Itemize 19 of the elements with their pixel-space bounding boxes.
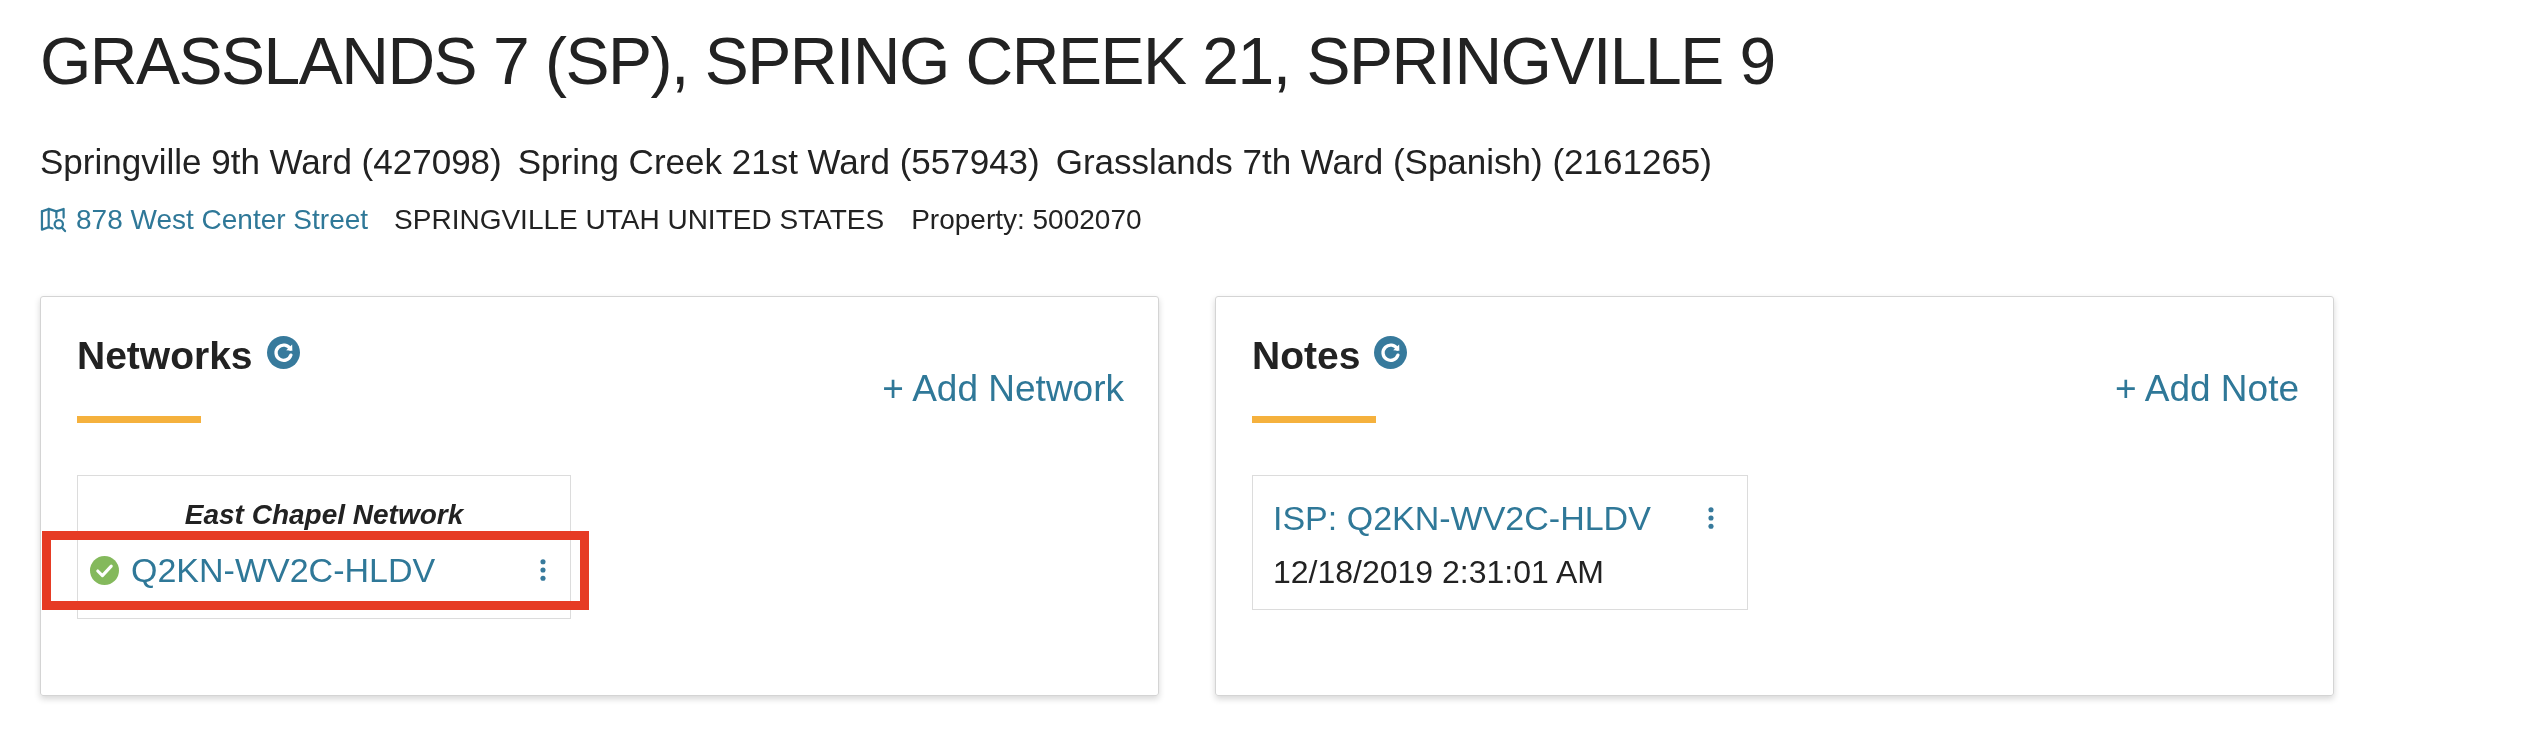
note-title-link[interactable]: ISP: Q2KN-WV2C-HLDV xyxy=(1273,501,1651,535)
note-add-link[interactable]: + Add Note xyxy=(2114,370,2299,407)
address-link[interactable]: 878 West Center Street xyxy=(76,206,369,234)
more-options-icon[interactable] xyxy=(1708,507,1714,529)
refresh-icon[interactable] xyxy=(1374,336,1408,369)
network-name: East Chapel Network xyxy=(184,501,464,529)
ward-label: Grasslands 7th Ward (Spanish) (2161265) xyxy=(1055,144,1712,179)
more-options-icon[interactable] xyxy=(540,559,546,581)
map-search-icon xyxy=(40,207,67,233)
network-add-link[interactable]: + Add Network xyxy=(882,370,1124,407)
panel-heading: Networks xyxy=(77,336,253,375)
panel-heading: Notes xyxy=(1252,336,1361,375)
locality-text: SPRINGVILLE UTAH UNITED STATES xyxy=(394,206,885,234)
refresh-icon[interactable] xyxy=(266,336,300,369)
ward-label: Spring Creek 21st Ward (557943) xyxy=(517,144,1040,179)
ward-label: Springville 9th Ward (427098) xyxy=(40,144,502,179)
device-code-link[interactable]: Q2KN-WV2C-HLDV xyxy=(131,553,436,587)
property-text: Property: 5002070 xyxy=(911,206,1142,234)
note-timestamp: 12/18/2019 2:31:01 AM xyxy=(1273,556,1604,588)
